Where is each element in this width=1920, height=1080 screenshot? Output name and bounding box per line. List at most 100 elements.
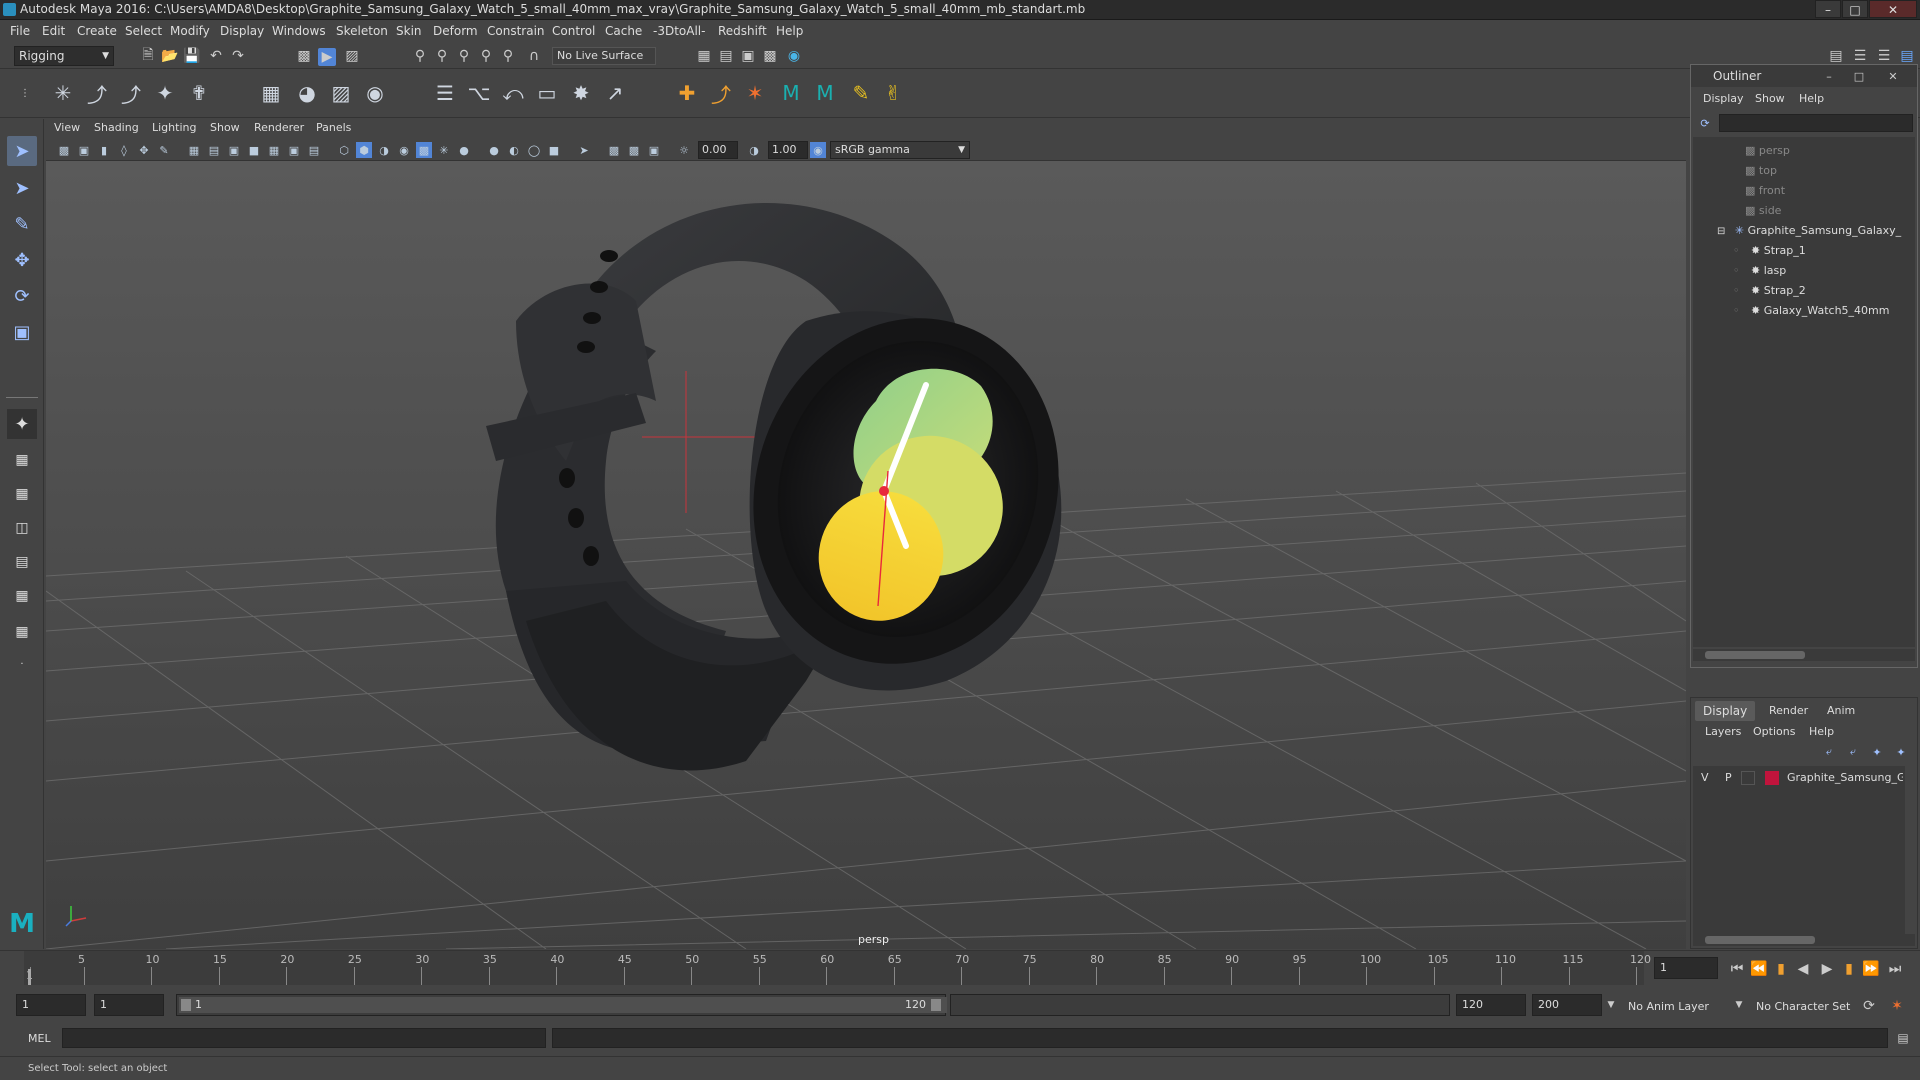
gamma-field[interactable]: 1.00 <box>768 141 808 159</box>
exposure-icon[interactable]: ☼ <box>676 142 692 158</box>
channel-box-icon[interactable]: ☰ <box>1876 48 1892 64</box>
outliner-item-galaxy-watch[interactable]: ◦ ✸ Galaxy_Watch5_40mm <box>1693 301 1919 321</box>
go-to-start-icon[interactable]: ⏮ <box>1728 961 1746 977</box>
layers-hscrollbar[interactable] <box>1693 934 1915 946</box>
menu-redshift[interactable]: Redshift <box>718 24 767 38</box>
textured-icon[interactable]: ▩ <box>416 142 432 158</box>
shelf-options-icon[interactable]: ⋮ <box>18 78 32 108</box>
collapse-icon[interactable]: ⊟ <box>1717 226 1725 237</box>
outliner-item-strap1[interactable]: ◦ ✸ Strap_1 <box>1693 241 1919 261</box>
grid-toggle-icon[interactable]: ▦ <box>186 142 202 158</box>
2d-pan-icon[interactable]: ✥ <box>136 142 152 158</box>
layout-single-icon[interactable]: ▦ <box>7 445 37 475</box>
parent-constraint-icon[interactable]: ✸ <box>566 78 596 108</box>
anim-layer-dropdown[interactable]: No Anim Layer <box>1628 1000 1709 1013</box>
step-back-key-icon[interactable]: ⏪ <box>1750 961 1768 977</box>
close-button[interactable]: ✕ <box>1869 0 1917 18</box>
ik-fk-switch-icon[interactable]: ⤴ <box>706 78 736 108</box>
skin-brush-icon[interactable]: ✌ <box>878 78 908 108</box>
exposure-field[interactable]: 0.00 <box>698 141 738 159</box>
menu-constrain[interactable]: Constrain <box>487 24 545 38</box>
pole-vector-icon[interactable]: ↗ <box>600 78 630 108</box>
snap-curve-icon[interactable]: ⚲ <box>434 48 450 64</box>
current-frame-field[interactable]: 1 <box>1654 957 1718 979</box>
shadows-icon[interactable]: ● <box>456 142 472 158</box>
layers-hscroll-thumb[interactable] <box>1705 936 1815 944</box>
film-gate-icon[interactable]: ▤ <box>206 142 222 158</box>
select-tool-icon[interactable]: ➤ <box>7 136 37 166</box>
layers-tab-anim[interactable]: Anim <box>1819 701 1863 721</box>
live-surface-field[interactable]: No Live Surface <box>552 47 656 65</box>
outliner-hscrollbar[interactable] <box>1693 649 1915 661</box>
toolbox-more-icon[interactable]: · <box>7 649 37 679</box>
smooth-shade-icon[interactable]: ⬢ <box>356 142 372 158</box>
animation-start-field[interactable]: 1 <box>16 994 86 1016</box>
playhead[interactable] <box>28 969 31 985</box>
character-set-dropdown[interactable]: No Character Set <box>1756 1000 1850 1013</box>
paint-weights-icon[interactable]: ✎ <box>846 78 876 108</box>
show-manipulator-icon[interactable]: ✦ <box>7 409 37 439</box>
go-to-end-icon[interactable]: ⏭ <box>1886 961 1904 977</box>
layer-visibility-toggle[interactable]: V <box>1701 768 1709 788</box>
menu-edit[interactable]: Edit <box>42 24 65 38</box>
watch-model[interactable] <box>486 203 1103 771</box>
depth-of-field-icon[interactable]: ■ <box>546 142 562 158</box>
outliner-item-group[interactable]: ⊟ ✳ Graphite_Samsung_Galaxy_ <box>1693 221 1919 241</box>
camera-select-icon[interactable]: ▩ <box>56 142 72 158</box>
undo-icon[interactable]: ↶ <box>208 48 224 64</box>
play-forward-icon[interactable]: ▶ <box>1818 961 1836 977</box>
camera-attributes-icon[interactable]: ▣ <box>76 142 92 158</box>
outliner-filter-icon[interactable]: ⟳ <box>1697 115 1713 131</box>
vp-menu-panels[interactable]: Panels <box>316 121 351 134</box>
viewport-canvas[interactable] <box>46 161 1686 949</box>
playback-start-field[interactable]: 1 <box>94 994 164 1016</box>
playback-end-field[interactable]: 120 <box>1456 994 1526 1016</box>
menu-select[interactable]: Select <box>125 24 162 38</box>
wireframe-on-shaded-icon[interactable]: ◑ <box>376 142 392 158</box>
mode-dropdown[interactable]: Rigging ▼ <box>14 46 114 66</box>
smooth-bind-icon[interactable]: ◕ <box>292 78 322 108</box>
menu-create[interactable]: Create <box>77 24 117 38</box>
timeline-track[interactable]: 1510152025303540455055606570758085909510… <box>24 951 1651 985</box>
joint-tool-icon[interactable]: ✳ <box>48 78 78 108</box>
rotate-tool-icon[interactable]: ⟳ <box>7 281 37 311</box>
wireframe-icon[interactable]: ⬡ <box>336 142 352 158</box>
auto-key-icon[interactable]: ⟳ <box>1860 997 1878 1015</box>
paint-select-icon[interactable]: ✎ <box>7 209 37 239</box>
xray-joints-icon[interactable]: ▩ <box>606 142 622 158</box>
locator-icon[interactable]: ✚ <box>672 78 702 108</box>
vp-menu-show[interactable]: Show <box>210 121 240 134</box>
outliner-menu-help[interactable]: Help <box>1799 92 1824 105</box>
mirror-joint-icon[interactable]: ✟ <box>184 78 214 108</box>
new-empty-layer-icon[interactable]: ✦ <box>1869 744 1885 760</box>
layer-row[interactable]: V P Graphite_Samsung_Gala <box>1693 768 1905 788</box>
animation-end-field[interactable]: 200 <box>1532 994 1602 1016</box>
outliner-menu-display[interactable]: Display <box>1703 92 1744 105</box>
step-forward-key-icon[interactable]: ⏩ <box>1862 961 1880 977</box>
menu-3dtoall[interactable]: -3DtoAll- <box>653 24 705 38</box>
outliner-vscrollbar[interactable] <box>1905 137 1915 647</box>
outliner-item-top[interactable]: ▩ top <box>1693 161 1919 181</box>
vp-menu-shading[interactable]: Shading <box>94 121 139 134</box>
layers-tab-render[interactable]: Render <box>1761 701 1816 721</box>
select-object-icon[interactable]: ▶ <box>318 48 336 66</box>
layer-color-swatch[interactable] <box>1765 771 1779 785</box>
range-slider-handle[interactable] <box>179 997 947 1013</box>
menu-skin[interactable]: Skin <box>396 24 422 38</box>
insert-joint-icon[interactable]: ✦ <box>150 78 180 108</box>
use-all-lights-icon[interactable]: ✳ <box>436 142 452 158</box>
play-backward-icon[interactable]: ◀ <box>1794 961 1812 977</box>
ik-spline-icon[interactable]: ⤴ <box>116 78 146 108</box>
xray-icon[interactable]: ◉ <box>396 142 412 158</box>
layer-editor-icon[interactable]: ▤ <box>1898 48 1916 64</box>
select-component-icon[interactable]: ▨ <box>344 48 360 64</box>
resolution-gate-icon[interactable]: ▣ <box>226 142 242 158</box>
attribute-editor-icon[interactable]: ▤ <box>1828 48 1844 64</box>
lasso-tool-icon[interactable]: ➤ <box>7 173 37 203</box>
outliner-maximize-icon[interactable]: □ <box>1851 68 1867 84</box>
ik-handle-icon[interactable]: ⤴ <box>82 78 112 108</box>
layers-menu-help[interactable]: Help <box>1809 725 1834 738</box>
aim-constraint-icon[interactable]: ⤺ <box>498 78 528 108</box>
command-input[interactable] <box>62 1028 546 1048</box>
point-constraint-icon[interactable]: ☰ <box>430 78 460 108</box>
